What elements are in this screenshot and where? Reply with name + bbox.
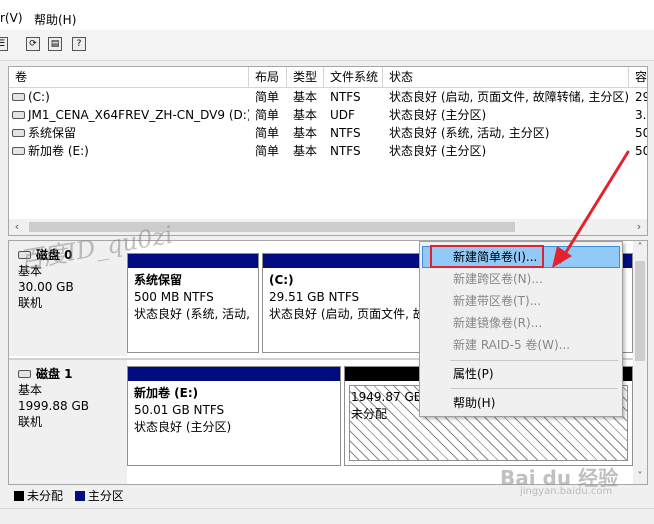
- table-row[interactable]: (C:) 简单 基本 NTFS 状态良好 (启动, 页面文件, 故障转储, 主分…: [9, 88, 647, 106]
- volume-type: 基本: [293, 144, 318, 158]
- volume-layout: 简单: [255, 144, 280, 158]
- menu-properties[interactable]: 属性(P): [423, 364, 619, 384]
- volume-layout: 简单: [255, 108, 280, 122]
- menu-help-item[interactable]: 帮助(H): [423, 393, 619, 413]
- scrollbar-thumb[interactable]: [29, 222, 515, 232]
- disk-size: 30.00 GB: [18, 280, 74, 294]
- drive-icon: [12, 92, 25, 101]
- volume-capacity: 29: [635, 90, 647, 104]
- drive-icon: [12, 128, 25, 137]
- disk-state: 联机: [18, 415, 43, 429]
- help-icon[interactable]: ?: [72, 37, 86, 51]
- optical-drive-icon: [12, 110, 25, 119]
- horizontal-scrollbar[interactable]: ‹ ›: [9, 219, 647, 235]
- menu-new-spanned-volume[interactable]: 新建跨区卷(N)...: [423, 269, 619, 289]
- partition-e[interactable]: 新加卷 (E:) 50.01 GB NTFS 状态良好 (主分区): [127, 366, 341, 466]
- menu-help[interactable]: 帮助(H): [34, 11, 76, 28]
- list-icon[interactable]: ☰: [0, 37, 8, 51]
- refresh-icon[interactable]: ⟳: [26, 37, 40, 51]
- baidu-url: jingyan.baidu.com: [520, 486, 613, 497]
- disk-0-label[interactable]: 磁盘 0 基本 30.00 GB 联机: [9, 241, 127, 356]
- drive-icon: [12, 146, 25, 155]
- menu-view[interactable]: r(V): [0, 11, 23, 25]
- scroll-right-icon[interactable]: ›: [631, 219, 647, 235]
- legend-swatch: [74, 490, 85, 501]
- partition-status: 状态良好 (系统, 活动,: [134, 307, 250, 321]
- annotation-highlight-box: [430, 245, 544, 268]
- legend-swatch: [14, 490, 24, 501]
- volume-capacity: 50: [635, 126, 647, 140]
- partition-title: 新加卷 (E:): [134, 386, 199, 400]
- primary-partition-bar: [128, 254, 258, 268]
- volume-status: 状态良好 (主分区): [389, 108, 487, 122]
- disk-icon: [18, 369, 31, 378]
- volume-name: (C:): [28, 90, 50, 104]
- disk-1-label[interactable]: 磁盘 1 基本 1999.88 GB 联机: [9, 360, 127, 484]
- menu-new-striped-volume[interactable]: 新建带区卷(T)...: [423, 291, 619, 311]
- volume-layout: 简单: [255, 126, 280, 140]
- volume-filesystem: NTFS: [330, 144, 361, 158]
- primary-partition-bar: [128, 367, 340, 381]
- scroll-left-icon[interactable]: ‹: [9, 219, 25, 235]
- disk-state: 联机: [18, 296, 43, 310]
- volume-list-header: 卷 布局 类型 文件系统 状态 容: [9, 67, 647, 88]
- partition-title: 系统保留: [134, 273, 183, 287]
- legend-unallocated: 未分配: [14, 489, 63, 503]
- partition-size: 500 MB NTFS: [134, 290, 214, 304]
- volume-type: 基本: [293, 108, 318, 122]
- volume-capacity: 3.8: [635, 108, 647, 122]
- menu-bar: r(V) 帮助(H): [0, 0, 654, 30]
- volume-name: 新加卷 (E:): [28, 144, 89, 158]
- disk-type: 基本: [18, 264, 43, 278]
- volume-capacity: 50: [635, 144, 647, 158]
- disk-size: 1999.88 GB: [18, 399, 89, 413]
- column-status[interactable]: 状态: [383, 67, 629, 87]
- scrollbar-thumb[interactable]: [635, 261, 645, 361]
- menu-new-mirrored-volume[interactable]: 新建镜像卷(R)...: [423, 313, 619, 333]
- disk-name: 磁盘 0: [36, 248, 73, 262]
- table-row[interactable]: 系统保留 简单 基本 NTFS 状态良好 (系统, 活动, 主分区) 50: [9, 124, 647, 142]
- column-type[interactable]: 类型: [287, 67, 324, 87]
- table-row[interactable]: 新加卷 (E:) 简单 基本 NTFS 状态良好 (主分区) 50: [9, 142, 647, 160]
- disk-name: 磁盘 1: [36, 367, 73, 381]
- disk-type: 基本: [18, 383, 43, 397]
- column-layout[interactable]: 布局: [249, 67, 287, 87]
- column-volume[interactable]: 卷: [9, 67, 249, 87]
- disk-icon: [18, 250, 31, 259]
- volume-layout: 简单: [255, 90, 280, 104]
- menu-separator: [450, 360, 618, 361]
- table-row[interactable]: JM1_CENA_X64FREV_ZH-CN_DV9 (D:) 简单 基本 UD…: [9, 106, 647, 124]
- volume-type: 基本: [293, 126, 318, 140]
- status-bar: [0, 508, 654, 524]
- toolbar: ☰ ⟳ ▤ ?: [0, 30, 654, 61]
- volume-status: 状态良好 (启动, 页面文件, 故障转储, 主分区): [389, 90, 629, 104]
- column-filesystem[interactable]: 文件系统: [324, 67, 383, 87]
- partition-status: 状态良好 (主分区): [134, 420, 232, 434]
- volume-name: JM1_CENA_X64FREV_ZH-CN_DV9 (D:): [28, 108, 249, 122]
- legend: 未分配 主分区: [14, 489, 132, 503]
- legend-primary: 主分区: [74, 489, 124, 503]
- partition-size: 50.01 GB NTFS: [134, 403, 225, 417]
- volume-status: 状态良好 (主分区): [389, 144, 487, 158]
- volume-filesystem: NTFS: [330, 90, 361, 104]
- scroll-up-icon[interactable]: ˄: [633, 241, 647, 255]
- volume-status: 状态良好 (系统, 活动, 主分区): [389, 126, 550, 140]
- volume-name: 系统保留: [28, 126, 77, 140]
- volume-list: 卷 布局 类型 文件系统 状态 容 (C:) 简单 基本 NTFS 状态良好 (…: [8, 66, 648, 236]
- volume-filesystem: UDF: [330, 108, 355, 122]
- column-capacity[interactable]: 容: [629, 67, 647, 87]
- partition-system-reserved[interactable]: 系统保留 500 MB NTFS 状态良好 (系统, 活动,: [127, 253, 259, 353]
- menu-new-raid5-volume[interactable]: 新建 RAID-5 卷(W)...: [423, 335, 619, 355]
- menu-separator: [450, 388, 618, 389]
- vertical-scrollbar[interactable]: ˄ ˅: [633, 241, 647, 484]
- volume-type: 基本: [293, 90, 318, 104]
- volume-filesystem: NTFS: [330, 126, 361, 140]
- scroll-down-icon[interactable]: ˅: [633, 470, 647, 484]
- properties-icon[interactable]: ▤: [48, 37, 62, 51]
